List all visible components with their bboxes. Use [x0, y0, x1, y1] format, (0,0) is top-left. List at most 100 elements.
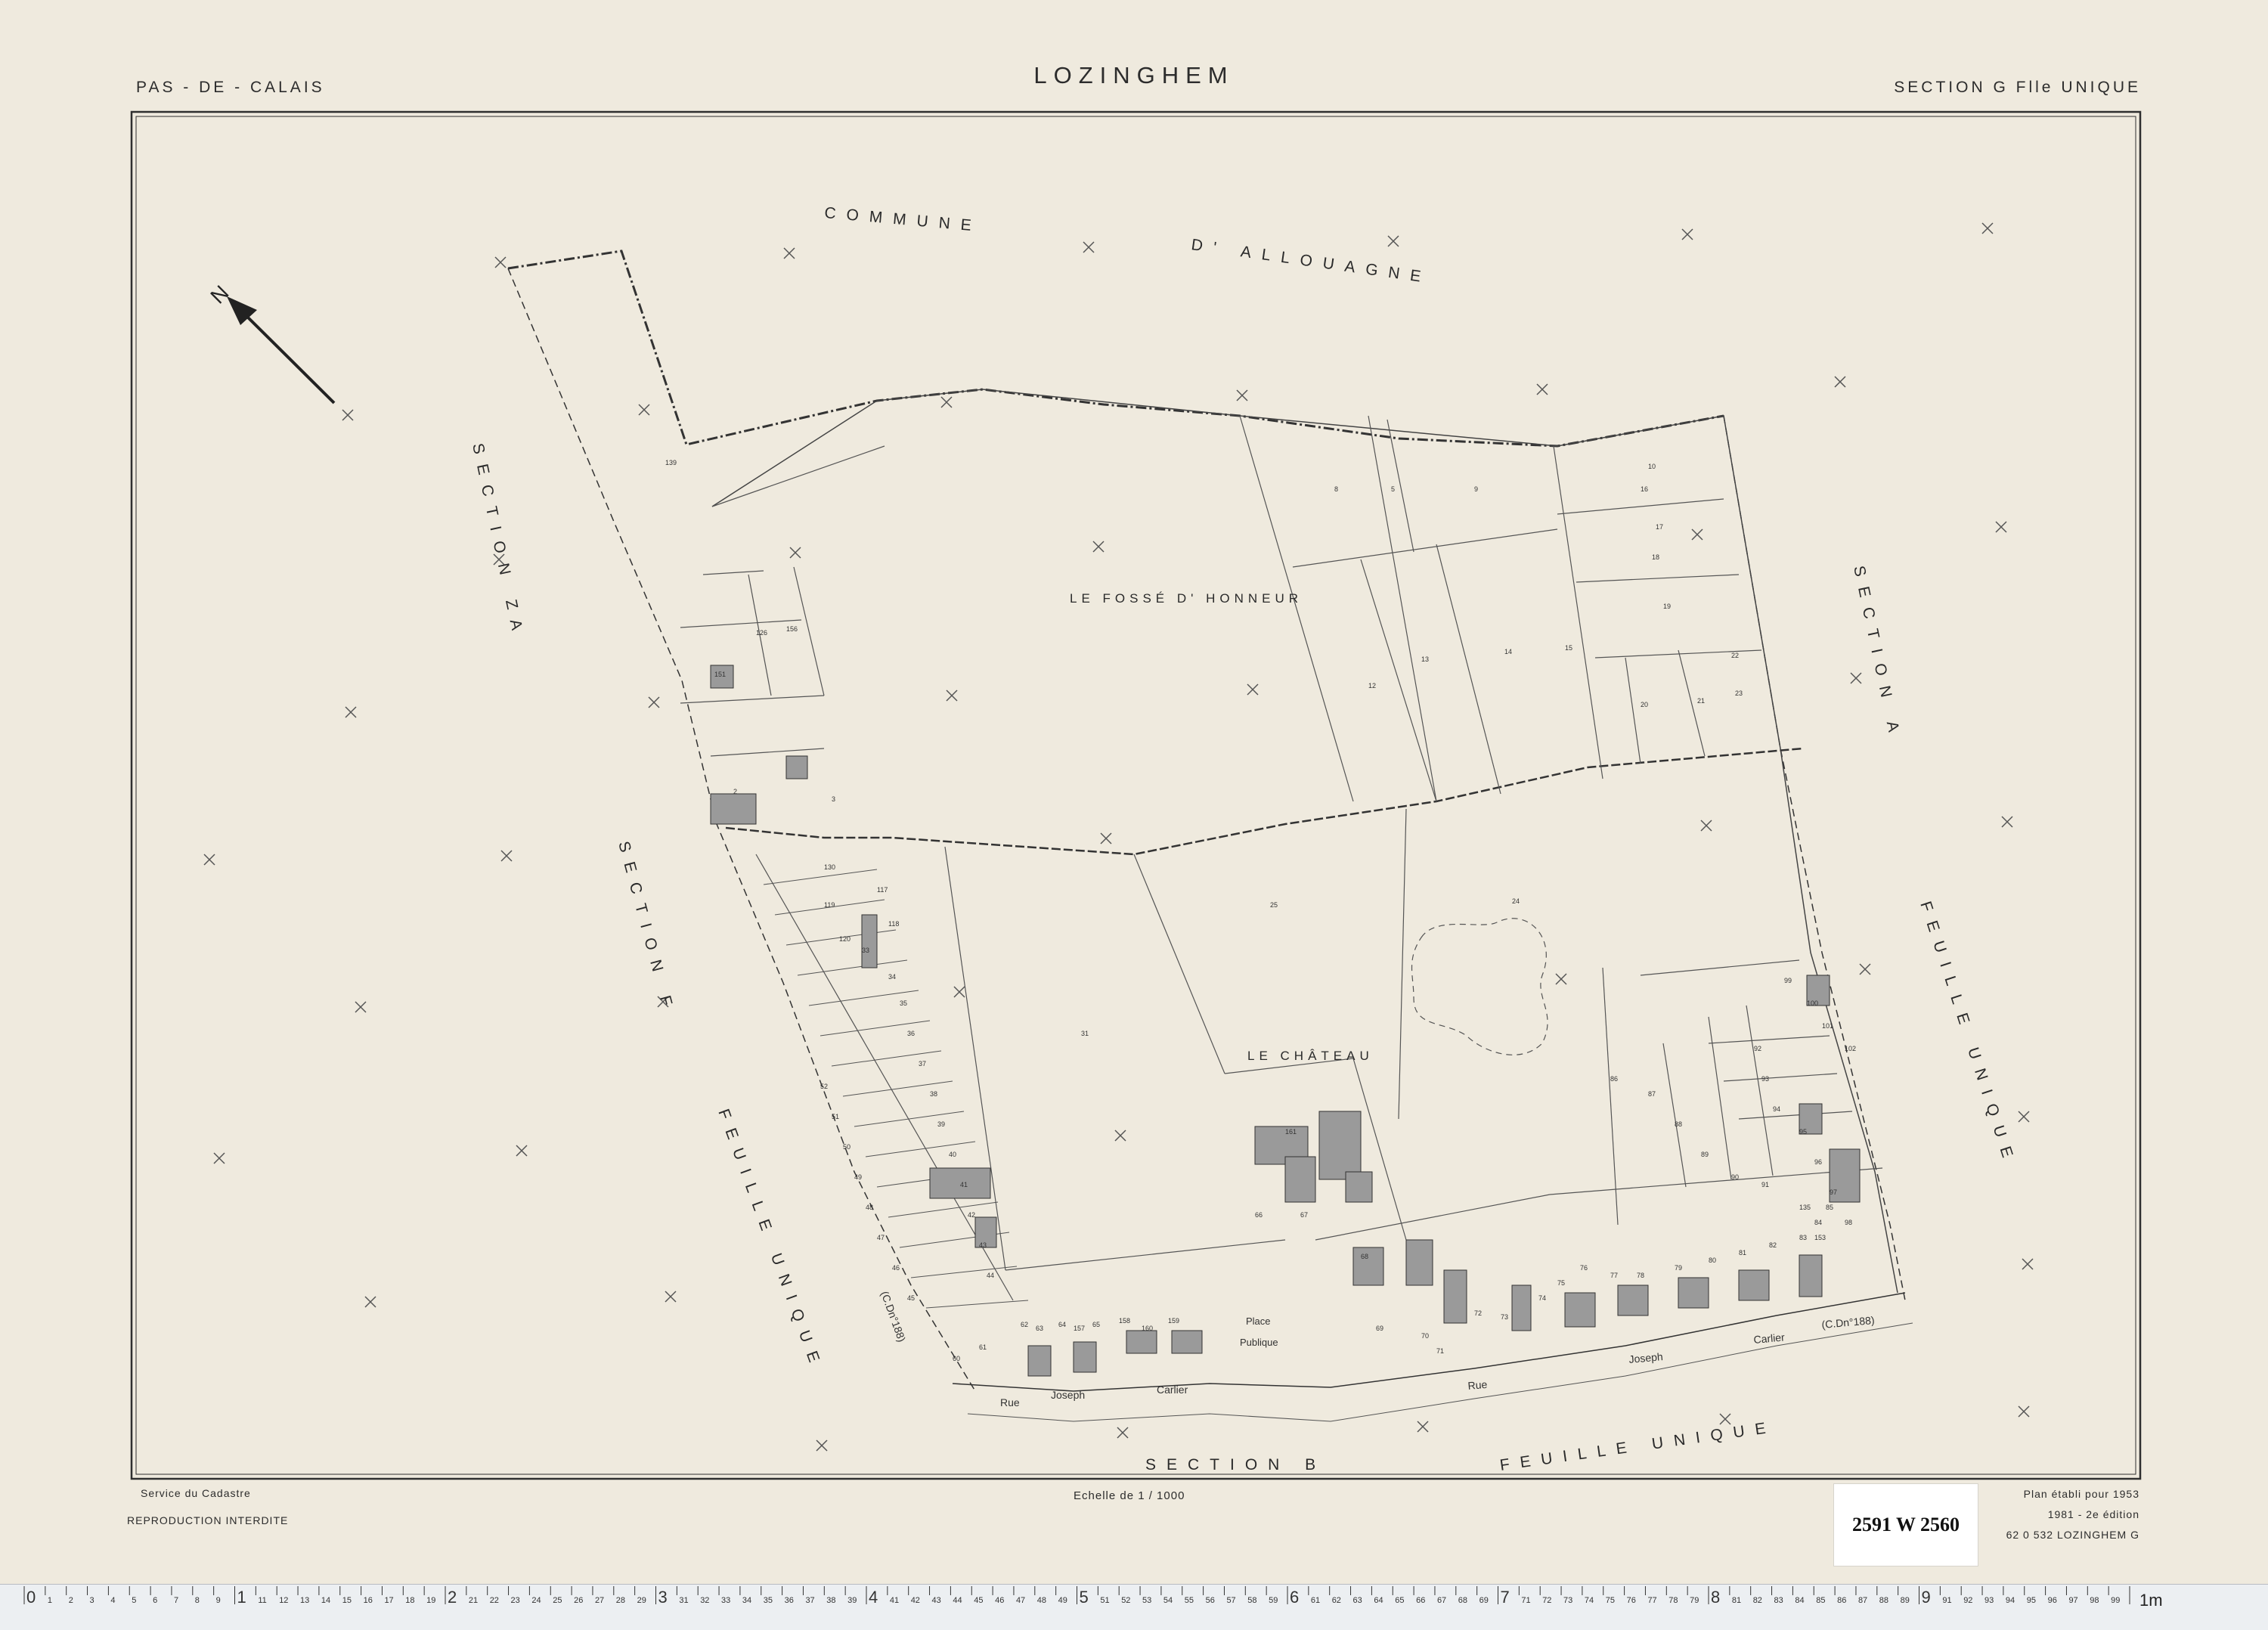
ruler-tick-label: 2 [69, 1596, 73, 1605]
parcel-number: 74 [1538, 1294, 1546, 1302]
ruler-tick-label: 5 [1080, 1588, 1089, 1607]
ruler-tick-label: 16 [364, 1596, 373, 1605]
ruler-tick-label: 29 [637, 1596, 646, 1605]
parcel-number: 49 [854, 1173, 862, 1181]
measuring-ruler: 0 1 2 3 4 5 6 7 8 9 1 11 12 13 14 15 16 17 18 19 2 21 22 23 24 25… [0, 1584, 2268, 1630]
parcel-number: 41 [960, 1181, 968, 1188]
ruler-tick-label: 27 [595, 1596, 604, 1605]
ruler-tick-label: 73 [1563, 1596, 1572, 1605]
footer-reproduction: REPRODUCTION INTERDITE [127, 1514, 289, 1526]
parcel-number: 5 [1391, 485, 1395, 493]
ruler-tick-label: 79 [1690, 1596, 1699, 1605]
pond-outline [1411, 918, 1548, 1055]
ruler-tick-label: 12 [279, 1596, 288, 1605]
section-label: SECTION G Flle UNIQUE [1894, 79, 2141, 96]
parcel-number: 78 [1637, 1272, 1644, 1279]
map-frame-inner [135, 116, 2136, 1475]
parcel-number: 33 [862, 947, 869, 954]
cadastral-map: N COMMUNE D' ALLOUAGNE SECTION ZA SECTIO… [130, 110, 2142, 1480]
ruler-tick-label: 74 [1585, 1596, 1594, 1605]
ruler-tick-label: 57 [1226, 1596, 1235, 1605]
parcel-number: 85 [1826, 1204, 1833, 1211]
ruler-tick-label: 59 [1269, 1596, 1278, 1605]
label-commune: COMMUNE [824, 204, 983, 235]
footer-reference: 62 0 532 LOZINGHEM G [2006, 1529, 2139, 1541]
ruler-tick-label: 0 [26, 1588, 36, 1607]
ruler-tick-label: 71 [1521, 1596, 1530, 1605]
ruler-tick-label: 63 [1353, 1596, 1362, 1605]
parcel-number: 75 [1557, 1279, 1565, 1287]
ruler-tick-label: 26 [574, 1596, 583, 1605]
ruler-tick-label: 15 [342, 1596, 352, 1605]
grid-crosses [203, 222, 2034, 1452]
parcel-number: 15 [1565, 644, 1572, 652]
ruler-tick-label: 4 [110, 1596, 115, 1605]
parcel-number: 20 [1641, 701, 1648, 708]
parcel-number: 45 [907, 1294, 915, 1302]
ruler-tick-label: 1 [237, 1588, 246, 1607]
ruler-tick-label: 54 [1163, 1596, 1173, 1605]
parcel-number: 21 [1697, 697, 1705, 705]
parcel-number: 83 [1799, 1234, 1807, 1241]
parcel-number: 157 [1074, 1325, 1085, 1332]
buildings [710, 665, 1861, 1377]
ruler-tick-label: 14 [321, 1596, 330, 1605]
parcel-number: 161 [1285, 1128, 1297, 1136]
ruler-tick-label: 19 [426, 1596, 435, 1605]
parcel-number: 37 [919, 1060, 926, 1068]
parcel-number: 86 [1610, 1075, 1618, 1083]
ruler-tick-label: 64 [1374, 1596, 1383, 1605]
ruler-tick-label: 84 [1795, 1596, 1804, 1605]
ruler-tick-label: 87 [1858, 1596, 1867, 1605]
map-frame-outer [130, 110, 2142, 1480]
road-allouagne [725, 747, 1804, 856]
parcel-number: 23 [1735, 689, 1743, 697]
parcel-number: 135 [1799, 1204, 1811, 1211]
parcel-number: 130 [824, 863, 835, 871]
parcel-number: 62 [1021, 1321, 1028, 1328]
parcel-number: 36 [907, 1030, 915, 1037]
parcel-number: 118 [888, 920, 899, 928]
street-rue-right: Rue [1467, 1378, 1488, 1392]
street-joseph-right: Joseph [1628, 1350, 1663, 1365]
footer-scale: Echelle de 1 / 1000 [1074, 1489, 1185, 1502]
ruler-tick-label: 25 [553, 1596, 562, 1605]
commune-boundary [507, 249, 1724, 448]
parcel-number: 102 [1845, 1045, 1856, 1052]
label-section-za: SECTION ZA [469, 442, 528, 642]
parcel-number: 99 [1784, 977, 1792, 984]
parcel-number: 92 [1754, 1045, 1761, 1052]
parcel-number: 43 [979, 1241, 987, 1249]
parcel-number: 68 [1361, 1253, 1368, 1260]
ruler-tick-label: 69 [1479, 1596, 1489, 1605]
parcel-number: 9 [1474, 485, 1478, 493]
ruler-tick-label: 42 [911, 1596, 920, 1605]
ruler-tick-label: 68 [1458, 1596, 1467, 1605]
ruler-tick-label: 97 [2068, 1596, 2077, 1605]
ruler-tick-label: 6 [1290, 1588, 1299, 1607]
ruler-tick-label: 17 [384, 1596, 393, 1605]
footer-plan-line-1: Plan établi pour 1953 [2023, 1488, 2139, 1500]
parcel-number: 81 [1739, 1249, 1746, 1257]
parcel-number: 158 [1119, 1317, 1130, 1325]
street-carlier-right: Carlier [1753, 1331, 1786, 1346]
ruler-tick-label: 75 [1606, 1596, 1615, 1605]
ruler-tick-label: 56 [1206, 1596, 1215, 1605]
archive-label: 2591 W 2560 [1833, 1483, 1978, 1566]
ruler-tick-label: 7 [1501, 1588, 1510, 1607]
ruler-tick-label: 13 [300, 1596, 309, 1605]
parcel-number: 61 [979, 1343, 987, 1351]
ruler-tick-label: 76 [1627, 1596, 1636, 1605]
ruler-tick-label: 35 [764, 1596, 773, 1605]
parcel-number: 84 [1814, 1219, 1822, 1226]
ruler-tick-label: 31 [679, 1596, 688, 1605]
ruler-tick-label: 98 [2090, 1596, 2099, 1605]
ruler-tick-label: 3 [90, 1596, 94, 1605]
ruler-tick-label: 81 [1732, 1596, 1741, 1605]
ruler-tick-label: 86 [1837, 1596, 1846, 1605]
ruler-tick-label: 33 [721, 1596, 730, 1605]
ruler-tick-label: 45 [974, 1596, 983, 1605]
parcel-number: 3 [832, 795, 835, 803]
parcel-number: 117 [877, 886, 888, 894]
parcel-number: 98 [1845, 1219, 1852, 1226]
